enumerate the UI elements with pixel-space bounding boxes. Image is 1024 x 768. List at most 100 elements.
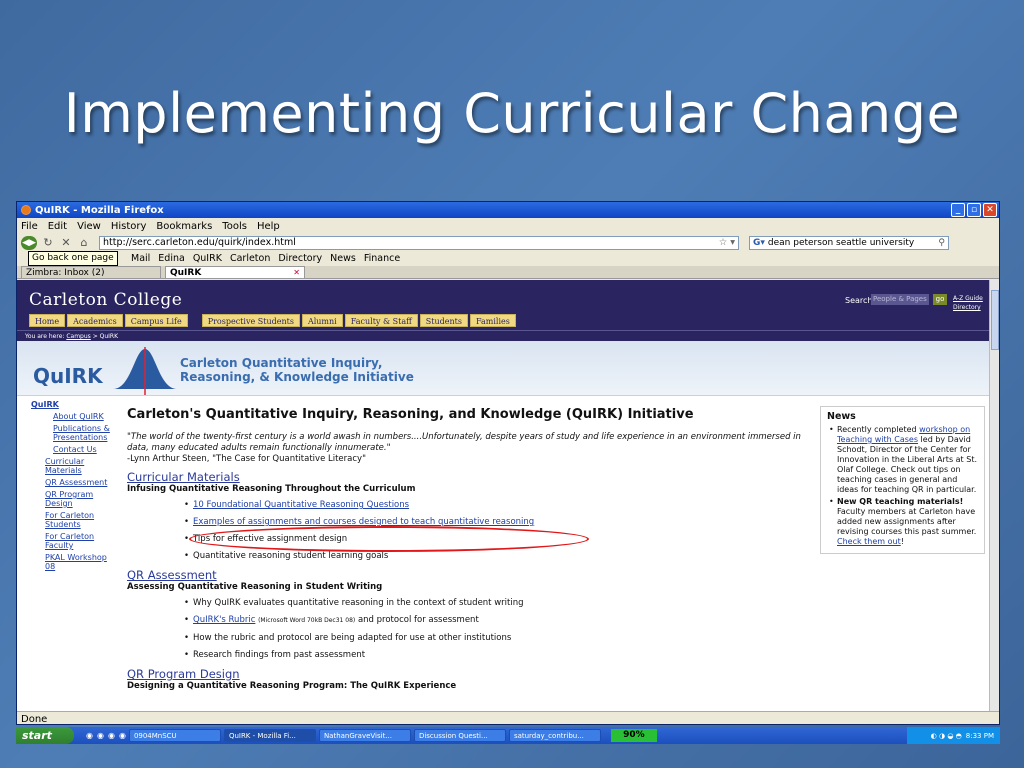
menu-tools[interactable]: Tools	[222, 221, 247, 232]
leftnav-about[interactable]: About QuIRK	[31, 412, 111, 421]
quirk-logo[interactable]: QuIRK	[33, 364, 103, 388]
tab-quirk-label: QuIRK	[170, 267, 202, 278]
az-guide-link[interactable]: A-Z Guide	[953, 294, 983, 303]
news-item: Recently completed workshop on Teaching …	[829, 425, 980, 495]
leftnav-carleton-faculty[interactable]: For Carleton Faculty	[31, 532, 111, 550]
bookmark-mail[interactable]: Mail	[131, 253, 150, 264]
task-discussion[interactable]: Discussion Questi...	[413, 729, 506, 742]
bookmark-finance[interactable]: Finance	[364, 253, 400, 264]
search-box[interactable]: G▾ dean peterson seattle university ⚲	[749, 235, 949, 250]
quick-launch-icon[interactable]: ◉	[97, 731, 104, 740]
section-qr-program-design[interactable]: QR Program Design	[127, 668, 817, 681]
leftnav-pkal-workshop[interactable]: PKAL Workshop 08	[31, 553, 111, 571]
scrollbar-thumb[interactable]	[991, 290, 999, 350]
google-icon[interactable]: G▾	[753, 238, 765, 248]
nav-home[interactable]: Home	[29, 314, 66, 327]
bookmark-star-icon[interactable]: ☆ ▾	[719, 237, 738, 248]
tab-quirk[interactable]: QuIRK ✕	[165, 266, 305, 278]
leftnav-qr-assessment[interactable]: QR Assessment	[31, 478, 111, 487]
stop-icon[interactable]: ✕	[59, 236, 73, 249]
news-title: News	[827, 411, 856, 422]
menu-edit[interactable]: Edit	[48, 221, 67, 232]
college-logo[interactable]: Carleton College	[29, 290, 182, 310]
site-search-input[interactable]: People & Pages	[871, 294, 929, 305]
minimize-button[interactable]: _	[951, 203, 965, 217]
menu-file[interactable]: File	[21, 221, 38, 232]
left-nav: QuIRK About QuIRK Publications & Present…	[31, 400, 111, 574]
section-qr-assessment[interactable]: QR Assessment	[127, 569, 817, 582]
window-titlebar[interactable]: QuIRK - Mozilla Firefox _ ▫ ✕	[17, 202, 999, 218]
close-button[interactable]: ✕	[983, 203, 997, 217]
task-nathan[interactable]: NathanGraveVisit...	[318, 729, 411, 742]
tab-strip: Zimbra: Inbox (2) QuIRK ✕	[17, 266, 999, 279]
quick-launch-icon[interactable]: ◉	[86, 731, 93, 740]
check-them-out-link[interactable]: Check them out	[837, 537, 901, 546]
back-button[interactable]: ◀▶	[21, 235, 37, 250]
system-tray: ◐ ◑ ◒ ◓ 8:33 PM	[906, 727, 1000, 744]
bookmark-edina[interactable]: Edina	[158, 253, 185, 264]
assessment-list: Why QuIRK evaluates quantitative reasoni…	[127, 598, 817, 660]
menu-bar: File Edit View History Bookmarks Tools H…	[17, 218, 999, 234]
nav-campus-life[interactable]: Campus Life	[124, 314, 188, 327]
nav-families[interactable]: Families	[469, 314, 516, 327]
news-list: Recently completed workshop on Teaching …	[827, 425, 980, 547]
menu-bookmarks[interactable]: Bookmarks	[156, 221, 212, 232]
steen-quote: "The world of the twenty-first century i…	[127, 432, 801, 453]
site-nav: Home Academics Campus Life Prospective S…	[29, 314, 516, 327]
maximize-button[interactable]: ▫	[967, 203, 981, 217]
vertical-scrollbar[interactable]	[989, 280, 999, 711]
task-0904mnscu[interactable]: 0904MnSCU	[128, 729, 221, 742]
clock: 8:33 PM	[965, 731, 994, 740]
reload-icon[interactable]: ↻	[41, 236, 55, 249]
nav-faculty-staff[interactable]: Faculty & Staff	[344, 314, 418, 327]
start-button[interactable]: start	[16, 727, 74, 744]
nav-students[interactable]: Students	[419, 314, 468, 327]
quirk-rubric-link[interactable]: QuIRK's Rubric	[193, 615, 255, 625]
menu-view[interactable]: View	[77, 221, 101, 232]
leftnav-qr-program-design[interactable]: QR Program Design	[31, 490, 111, 508]
leftnav-quirk[interactable]: QuIRK	[31, 400, 111, 409]
firefox-logo-icon	[21, 205, 31, 215]
home-icon[interactable]: ⌂	[77, 236, 91, 249]
tray-icons[interactable]: ◐ ◑ ◒ ◓	[931, 732, 962, 740]
nav-academics[interactable]: Academics	[67, 314, 123, 327]
breadcrumb-campus-link[interactable]: Campus	[66, 333, 90, 340]
leftnav-carleton-students[interactable]: For Carleton Students	[31, 511, 111, 529]
window-title: QuIRK - Mozilla Firefox	[35, 204, 164, 216]
tab-close-icon[interactable]: ✕	[293, 268, 300, 277]
bookmark-news[interactable]: News	[330, 253, 356, 264]
nav-alumni[interactable]: Alumni	[301, 314, 343, 327]
foundational-questions-link[interactable]: 10 Foundational Quantitative Reasoning Q…	[193, 500, 409, 510]
bookmark-directory[interactable]: Directory	[278, 253, 322, 264]
quick-launch-icon[interactable]: ◉	[108, 731, 115, 740]
rubric-file-info: (Microsoft Word 70kB Dec31 08)	[258, 617, 356, 624]
quick-launch-icon[interactable]: ◉	[119, 731, 126, 740]
menu-help[interactable]: Help	[257, 221, 280, 232]
back-tooltip: Go back one page	[28, 251, 118, 266]
main-content: Carleton's Quantitative Inquiry, Reasoni…	[127, 406, 817, 697]
list-item: Examples of assignments and courses desi…	[184, 517, 817, 527]
directory-link[interactable]: Directory	[953, 303, 983, 312]
breadcrumb-current: > QuIRK	[92, 333, 119, 340]
leftnav-contact[interactable]: Contact Us	[31, 445, 111, 454]
task-firefox[interactable]: QuIRK - Mozilla Fi...	[223, 729, 316, 742]
section-qr-assessment-subtitle: Assessing Quantitative Reasoning in Stud…	[127, 582, 383, 592]
site-search-go-button[interactable]: go	[933, 294, 947, 305]
news-item1-pre: Recently completed	[837, 425, 917, 434]
nav-prospective-students[interactable]: Prospective Students	[201, 314, 300, 327]
news-item: New QR teaching materials! Faculty membe…	[829, 497, 980, 547]
bookmark-carleton[interactable]: Carleton	[230, 253, 270, 264]
section-curricular-materials[interactable]: Curricular Materials	[127, 471, 817, 484]
search-icon[interactable]: ⚲	[938, 238, 948, 248]
leftnav-publications[interactable]: Publications & Presentations	[31, 424, 111, 442]
leftnav-curricular-materials[interactable]: Curricular Materials	[31, 457, 111, 475]
tab-zimbra[interactable]: Zimbra: Inbox (2)	[21, 266, 161, 278]
window-controls: _ ▫ ✕	[951, 203, 997, 217]
task-saturday[interactable]: saturday_contribu...	[508, 729, 601, 742]
url-bar[interactable]: http://serc.carleton.edu/quirk/index.htm…	[99, 235, 739, 250]
menu-history[interactable]: History	[111, 221, 147, 232]
site-header: Carleton College Search People & Pages g…	[17, 280, 989, 330]
bookmark-quirk[interactable]: QuIRK	[193, 253, 222, 264]
search-value: dean peterson seattle university	[767, 237, 915, 248]
news-box: News Recently completed workshop on Teac…	[820, 406, 985, 554]
